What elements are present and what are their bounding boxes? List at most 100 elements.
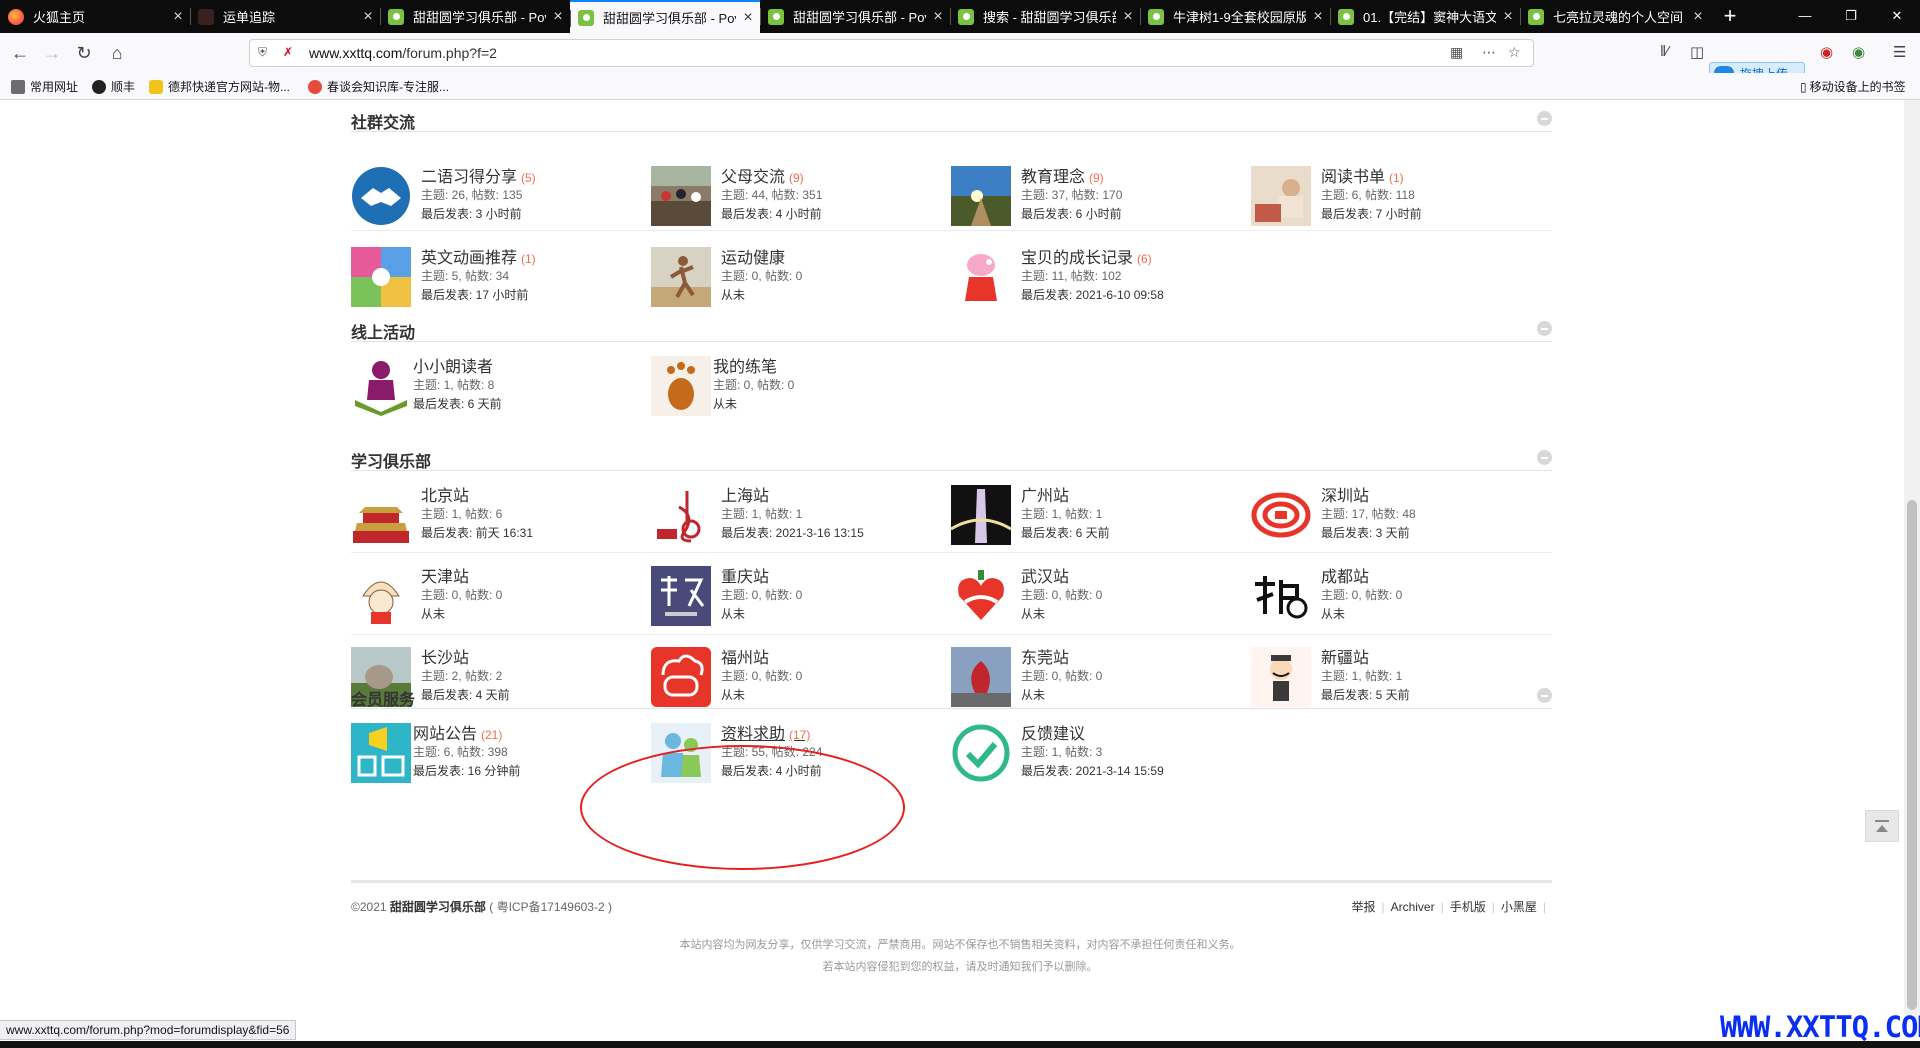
cartoon-collage-icon[interactable] — [351, 247, 411, 307]
qr-code-icon[interactable]: ▦ — [1450, 44, 1463, 61]
bun-mascot-icon[interactable] — [351, 566, 411, 626]
close-icon[interactable]: × — [356, 8, 380, 26]
forum-item[interactable]: 宝贝的成长记录 (6) 主题: 11, 帖数: 102 最后发表: 2021-6-… — [951, 241, 1241, 311]
forum-name[interactable]: 广州站 — [1021, 482, 1069, 506]
sunrise-photo-icon[interactable] — [951, 166, 1011, 226]
back-to-top-button[interactable] — [1865, 810, 1899, 842]
tab-site-3[interactable]: 甜甜圆学习俱乐部 - Pov × — [760, 0, 950, 33]
forum-item[interactable]: 北京站 主题: 1, 帖数: 6 最后发表: 前天 16:31 — [351, 479, 641, 549]
tab-oxford[interactable]: 牛津树1-9全套校园原版 × — [1140, 0, 1330, 33]
tab-search[interactable]: 搜索 - 甜甜圆学习俱乐部 × — [950, 0, 1140, 33]
reader-book-icon[interactable] — [351, 356, 411, 416]
forum-name[interactable]: 重庆站 — [721, 563, 769, 587]
library-icon[interactable]: ‖⁄ — [1660, 43, 1669, 60]
forum-name[interactable]: 我的练笔 — [713, 353, 781, 377]
forum-name[interactable]: 资料求助 (17) — [721, 720, 810, 744]
forum-name[interactable]: 成都站 — [1321, 563, 1369, 587]
menu-icon[interactable]: ☰ — [1893, 43, 1906, 61]
forum-name[interactable]: 福州站 — [721, 644, 769, 668]
tiananmen-icon[interactable] — [351, 485, 411, 545]
forum-name[interactable]: 深圳站 — [1321, 482, 1369, 506]
collapse-icon[interactable] — [1537, 111, 1552, 126]
last-post[interactable]: 最后发表: 2021-3-16 13:15 — [721, 524, 864, 541]
tab-dou[interactable]: 01.【完结】窦神大语文 × — [1330, 0, 1520, 33]
wuhan-heart-icon[interactable] — [951, 566, 1011, 626]
shanghai-logo-icon[interactable] — [651, 485, 711, 545]
last-post[interactable]: 最后发表: 2021-3-14 15:59 — [1021, 762, 1164, 779]
close-window-icon[interactable]: ✕ — [1874, 0, 1920, 33]
report-link[interactable]: 举报 — [1351, 900, 1375, 914]
forum-item[interactable]: 广州站 主题: 1, 帖数: 1 最后发表: 6 天前 — [951, 479, 1241, 549]
blacklist-link[interactable]: 小黑屋 — [1501, 900, 1537, 914]
forum-name[interactable]: 教育理念 (9) — [1021, 163, 1104, 187]
last-post[interactable]: 最后发表: 3 天前 — [1321, 524, 1410, 541]
tab-tracking[interactable]: 运单追踪 × — [190, 0, 380, 33]
forum-item[interactable]: 网站公告 (21) 主题: 6, 帖数: 398 最后发表: 16 分钟前 — [351, 717, 641, 787]
close-icon[interactable]: × — [736, 9, 760, 27]
close-icon[interactable]: × — [546, 8, 570, 26]
forum-name[interactable]: 长沙站 — [421, 644, 469, 668]
forum-name[interactable]: 二语习得分享 (5) — [421, 163, 536, 187]
last-post[interactable]: 最后发表: 6 天前 — [413, 395, 502, 412]
forum-name[interactable]: 武汉站 — [1021, 563, 1069, 587]
back-button[interactable]: ← — [4, 37, 36, 69]
forum-item[interactable]: 重庆站 主题: 0, 帖数: 0 从未 — [651, 560, 941, 630]
last-post[interactable]: 最后发表: 2021-6-10 09:58 — [1021, 286, 1164, 303]
icp-link[interactable]: ( 粤ICP备17149603-2 ) — [489, 900, 612, 914]
forward-button[interactable]: → — [36, 37, 68, 69]
bookmark-sf[interactable]: 顺丰 — [92, 78, 135, 95]
last-post[interactable]: 最后发表: 16 分钟前 — [413, 762, 520, 779]
forum-name[interactable]: 小小朗读者 — [413, 353, 497, 377]
last-post[interactable]: 最后发表: 4 小时前 — [721, 762, 822, 779]
tab-firefox-home[interactable]: 火狐主页 × — [0, 0, 190, 33]
footprint-icon[interactable] — [651, 356, 711, 416]
close-icon[interactable]: × — [1686, 8, 1710, 26]
forum-item[interactable]: 阅读书单 (1) 主题: 6, 帖数: 118 最后发表: 7 小时前 — [1251, 160, 1541, 230]
forum-item[interactable]: 资料求助 (17) 主题: 55, 帖数: 224 最后发表: 4 小时前 — [651, 717, 941, 787]
url-text[interactable]: www.xxttq.com/forum.php?f=2 — [309, 45, 497, 61]
forum-item[interactable]: 二语习得分享 (5) 主题: 26, 帖数: 135 最后发表: 3 小时前 — [351, 160, 641, 230]
forum-item[interactable]: 父母交流 (9) 主题: 44, 帖数: 351 最后发表: 4 小时前 — [651, 160, 941, 230]
shenzhen-logo-icon[interactable] — [1251, 485, 1311, 545]
forum-name[interactable]: 运动健康 — [721, 244, 789, 268]
close-icon[interactable]: × — [926, 8, 950, 26]
forum-item[interactable]: 运动健康 主题: 0, 帖数: 0 从未 — [651, 241, 941, 311]
close-icon[interactable]: × — [1306, 8, 1330, 26]
extension-icon[interactable]: ◉ — [1820, 43, 1833, 61]
last-post[interactable]: 最后发表: 17 小时前 — [421, 286, 528, 303]
bookmark-knowledge[interactable]: 春谈会知识库-专注服... — [308, 78, 449, 95]
tab-site-1[interactable]: 甜甜圆学习俱乐部 - Pov × — [380, 0, 570, 33]
more-actions-icon[interactable]: ⋯ — [1482, 44, 1496, 61]
reload-button[interactable]: ↻ — [68, 37, 100, 69]
last-post[interactable]: 最后发表: 6 天前 — [1021, 524, 1110, 541]
marathon-photo-icon[interactable] — [651, 166, 711, 226]
minimize-icon[interactable]: — — [1782, 0, 1828, 33]
chongqing-logo-icon[interactable] — [651, 566, 711, 626]
forum-name[interactable]: 父母交流 (9) — [721, 163, 804, 187]
forum-item[interactable]: 上海站 主题: 1, 帖数: 1 最后发表: 2021-3-16 13:15 — [651, 479, 941, 549]
canton-tower-icon[interactable] — [951, 485, 1011, 545]
archiver-link[interactable]: Archiver — [1391, 900, 1435, 914]
help-users-icon[interactable] — [651, 723, 711, 783]
bookmark-star-icon[interactable]: ☆ — [1508, 44, 1521, 61]
last-post[interactable]: 最后发表: 6 小时前 — [1021, 205, 1122, 222]
sidebar-icon[interactable]: ◫ — [1690, 43, 1704, 61]
collapse-icon[interactable] — [1537, 450, 1552, 465]
forum-item[interactable]: 成都站 主题: 0, 帖数: 0 从未 — [1251, 560, 1541, 630]
bookmark-deppon[interactable]: 德邦快递官方网站-物... — [149, 78, 290, 95]
forum-item[interactable]: 武汉站 主题: 0, 帖数: 0 从未 — [951, 560, 1241, 630]
scrollbar-thumb[interactable] — [1907, 500, 1917, 1010]
last-post[interactable]: 最后发表: 4 小时前 — [721, 205, 822, 222]
last-post[interactable]: 最后发表: 前天 16:31 — [421, 524, 533, 541]
forum-name[interactable]: 英文动画推荐 (1) — [421, 244, 536, 268]
chengdu-logo-icon[interactable] — [1251, 566, 1311, 626]
forum-name[interactable]: 宝贝的成长记录 (6) — [1021, 244, 1152, 268]
home-button[interactable]: ⌂ — [101, 37, 133, 69]
last-post[interactable]: 最后发表: 7 小时前 — [1321, 205, 1422, 222]
forum-name[interactable]: 北京站 — [421, 482, 469, 506]
forum-item[interactable]: 深圳站 主题: 17, 帖数: 48 最后发表: 3 天前 — [1251, 479, 1541, 549]
extension-icon[interactable]: ◉ — [1852, 43, 1865, 61]
insecure-lock-icon[interactable]: ✗ — [283, 45, 293, 59]
forum-item[interactable]: 英文动画推荐 (1) 主题: 5, 帖数: 34 最后发表: 17 小时前 — [351, 241, 641, 311]
forum-name[interactable]: 网站公告 (21) — [413, 720, 502, 744]
